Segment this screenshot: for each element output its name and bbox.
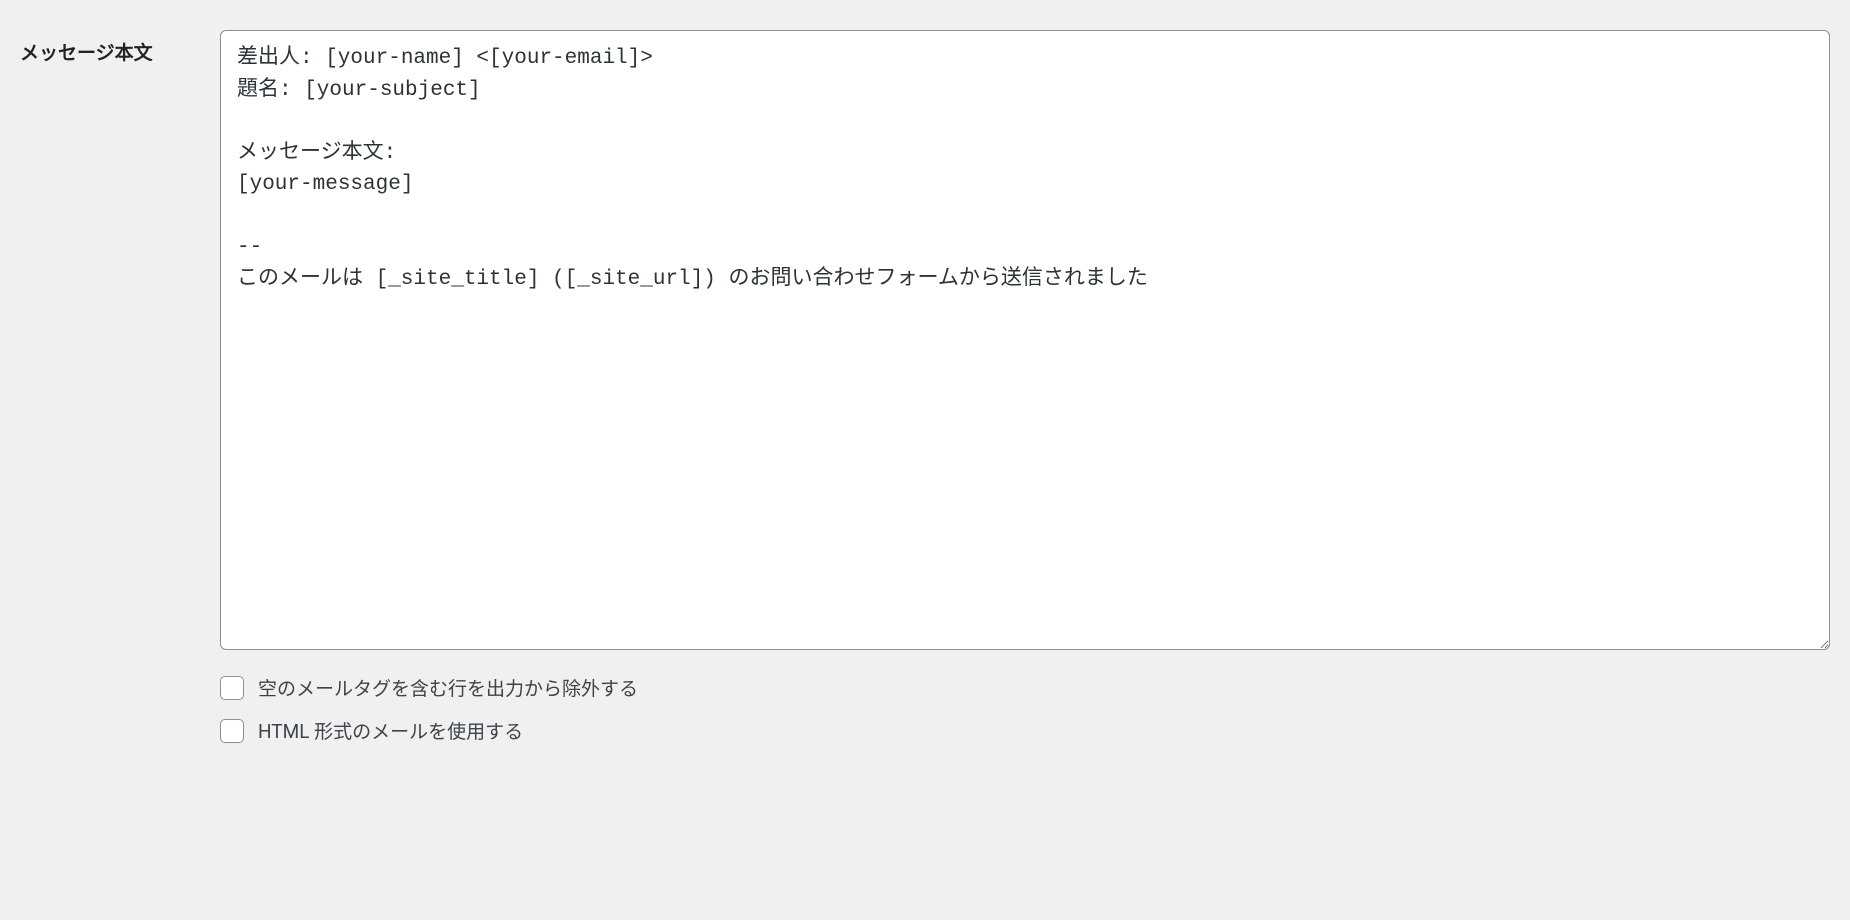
message-body-row: メッセージ本文 <box>20 30 1830 654</box>
exclude-blank-label[interactable]: 空のメールタグを含む行を出力から除外する <box>258 674 638 701</box>
exclude-blank-checkbox[interactable] <box>220 676 244 700</box>
use-html-label[interactable]: HTML 形式のメールを使用する <box>258 717 523 744</box>
use-html-checkbox[interactable] <box>220 719 244 743</box>
message-body-label: メッセージ本文 <box>20 30 220 65</box>
exclude-blank-checkbox-row: 空のメールタグを含む行を出力から除外する <box>220 674 1830 701</box>
message-body-textarea[interactable] <box>220 30 1830 650</box>
checkbox-group: 空のメールタグを含む行を出力から除外する HTML 形式のメールを使用する <box>20 674 1830 744</box>
message-body-field-wrapper <box>220 30 1830 654</box>
use-html-checkbox-row: HTML 形式のメールを使用する <box>220 717 1830 744</box>
